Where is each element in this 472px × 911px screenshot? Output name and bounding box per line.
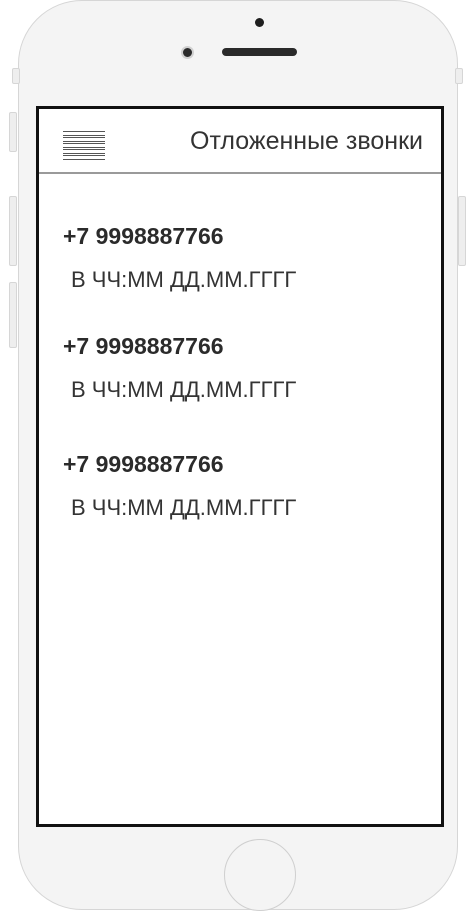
call-phone-number: +7 9998887766 bbox=[63, 223, 224, 249]
menu-line-icon bbox=[63, 143, 105, 148]
proximity-sensor bbox=[181, 46, 194, 59]
volume-down-button bbox=[9, 196, 17, 266]
call-scheduled-time: В ЧЧ:ММ ДД.ММ.ГГГГ bbox=[71, 495, 297, 520]
list-item[interactable]: +7 9998887766 В ЧЧ:ММ ДД.ММ.ГГГГ bbox=[63, 450, 423, 522]
side-switch-right bbox=[455, 68, 463, 84]
call-phone-number: +7 9998887766 bbox=[63, 451, 224, 477]
volume-up-button bbox=[9, 112, 17, 152]
call-phone-number: +7 9998887766 bbox=[63, 333, 224, 359]
app-bar: Отложенные звонки bbox=[39, 109, 441, 174]
menu-line-icon bbox=[63, 131, 105, 136]
call-scheduled-time: В ЧЧ:ММ ДД.ММ.ГГГГ bbox=[71, 377, 297, 402]
app-screen: Отложенные звонки +7 9998887766 В ЧЧ:ММ … bbox=[36, 106, 444, 827]
menu-line-icon bbox=[63, 137, 105, 142]
home-button[interactable] bbox=[224, 839, 296, 911]
page-title: Отложенные звонки bbox=[190, 127, 423, 155]
mute-switch bbox=[12, 68, 20, 84]
menu-line-icon bbox=[63, 155, 105, 160]
list-item[interactable]: +7 9998887766 В ЧЧ:ММ ДД.ММ.ГГГГ bbox=[63, 222, 423, 294]
front-camera bbox=[255, 18, 264, 27]
hamburger-menu-icon[interactable] bbox=[63, 131, 107, 160]
power-button bbox=[458, 196, 466, 266]
side-button-lower bbox=[9, 282, 17, 348]
menu-line-icon bbox=[63, 149, 105, 154]
earpiece-speaker bbox=[222, 48, 297, 56]
call-scheduled-time: В ЧЧ:ММ ДД.ММ.ГГГГ bbox=[71, 267, 297, 292]
list-item[interactable]: +7 9998887766 В ЧЧ:ММ ДД.ММ.ГГГГ bbox=[63, 332, 423, 404]
